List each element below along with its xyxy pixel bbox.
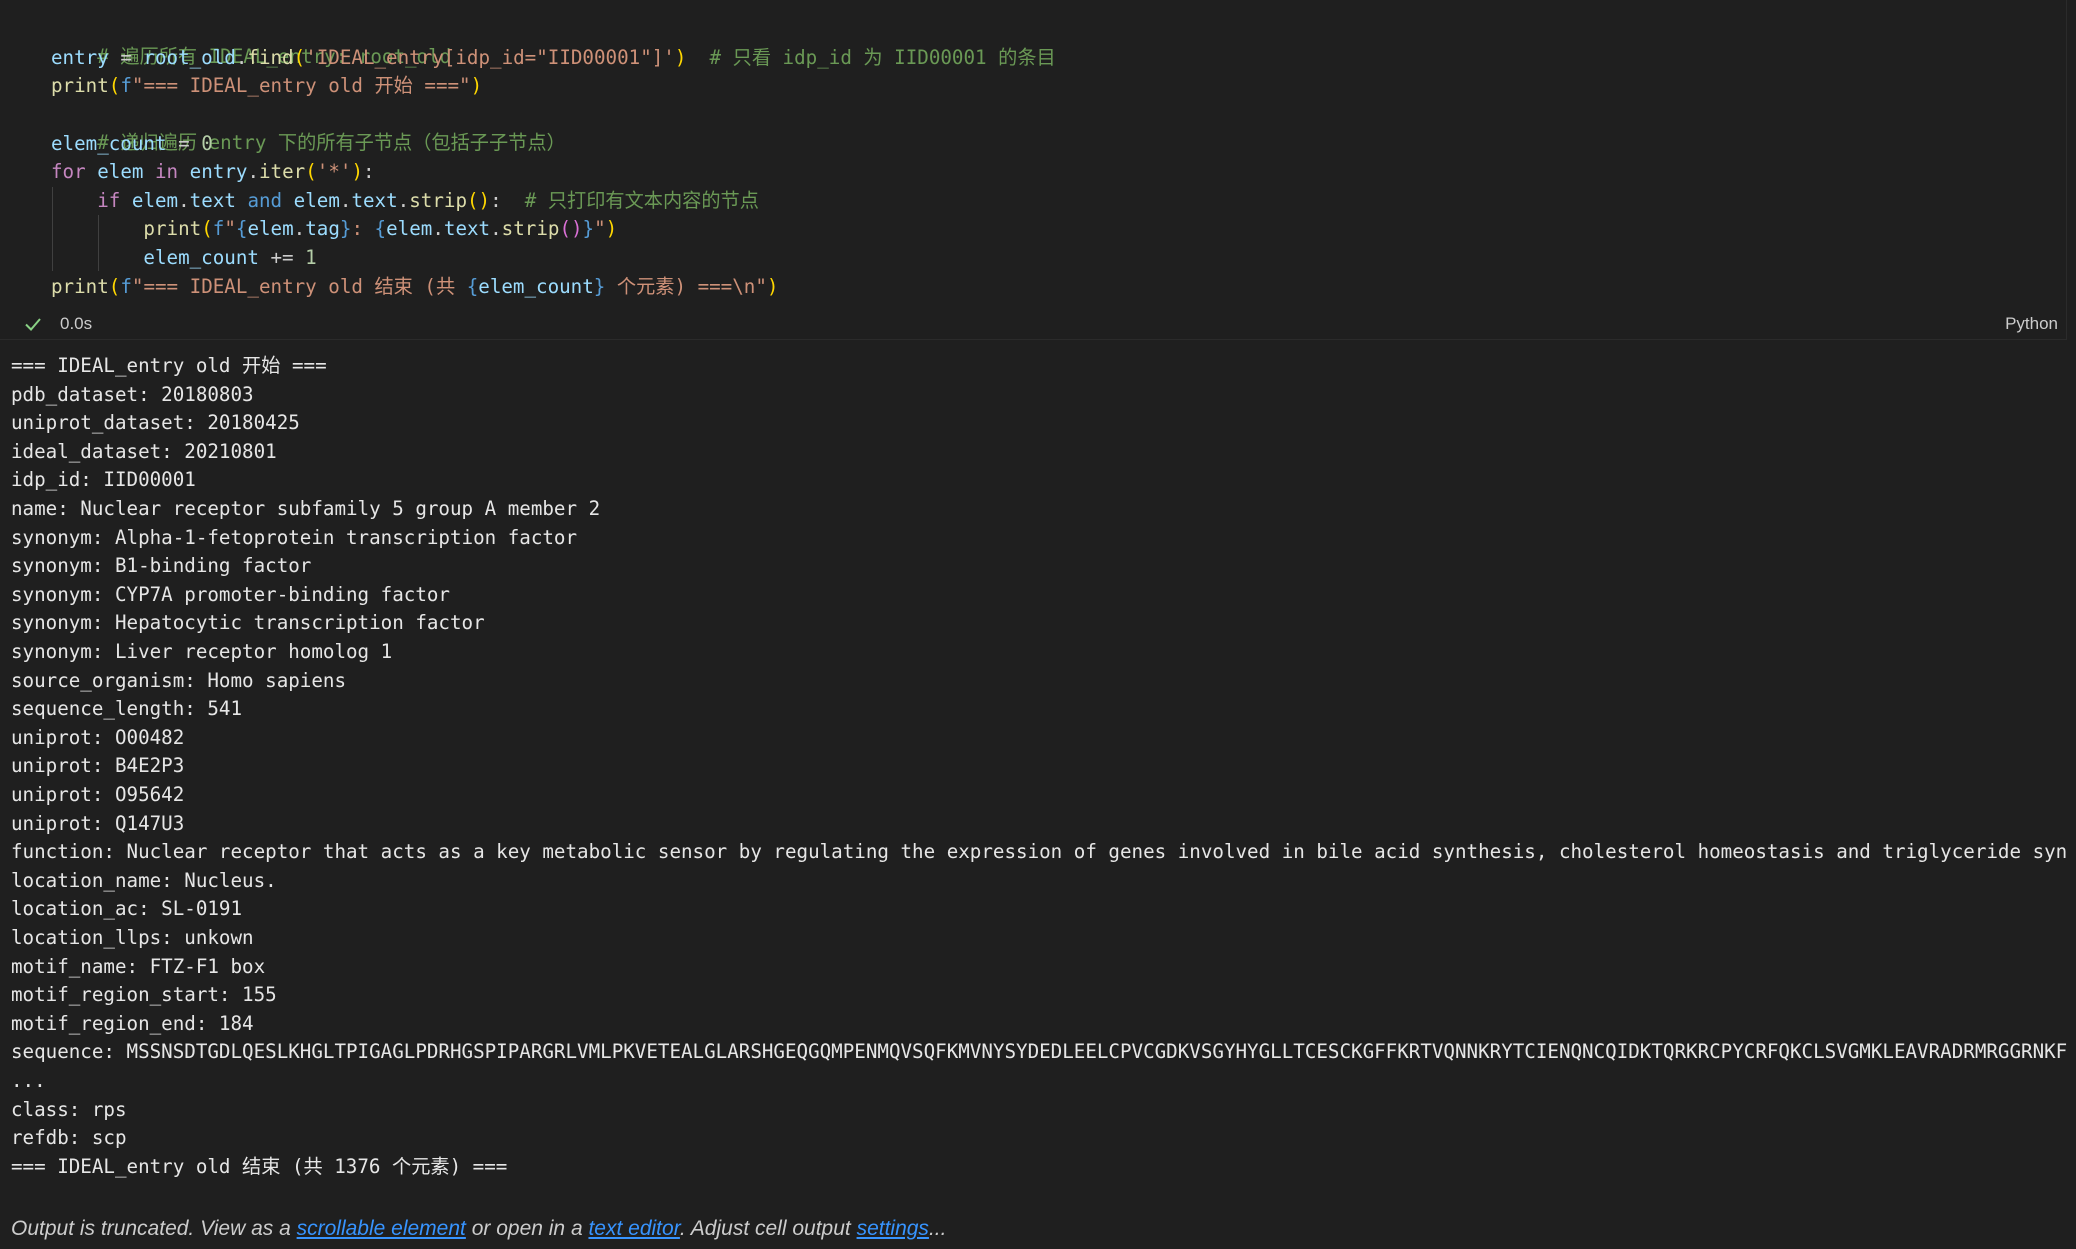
output-line: === IDEAL_entry old 开始 === (11, 354, 327, 377)
code-line-4[interactable]: # 递归遍历 entry 下的所有子节点（包括子子节点） (51, 101, 566, 154)
cell-output[interactable]: === IDEAL_entry old 开始 === pdb_dataset: 2… (0, 352, 2076, 1192)
output-line: uniprot: Q147U3 (11, 811, 185, 835)
output-line: === IDEAL_entry old 结束 (共 1376 个元素) === (11, 1154, 508, 1178)
output-line: ideal_dataset: 20210801 (11, 439, 277, 463)
scrollable-element-link[interactable]: scrollable element (297, 1217, 466, 1240)
output-line: source_organism: Homo sapiens (11, 668, 347, 692)
output-line: uniprot: B4E2P3 (11, 754, 185, 778)
cell-border (2066, 0, 2067, 340)
settings-link[interactable]: settings (857, 1217, 929, 1240)
output-line: motif_name: FTZ-F1 box (11, 954, 266, 978)
output-line: uniprot: O95642 (11, 783, 185, 806)
output-line: sequence: MSSNSDTGDLQESLKHGLTPIGAGLPDRHG… (11, 1040, 2068, 1064)
output-line: uniprot_dataset: 20180425 (11, 411, 300, 435)
code-line-10[interactable]: print(f"=== IDEAL_entry old 结束 (共 {elem_… (51, 273, 778, 301)
code-line-2[interactable]: entry = root_old.find('IDEAL_entry[idp_i… (51, 44, 1056, 72)
output-line: name: Nuclear receptor subfamily 5 group… (11, 497, 601, 520)
cell-status-bar: 0.0s Python (0, 308, 2066, 340)
output-line: class: rps (11, 1097, 127, 1121)
output-line: motif_region_end: 184 (11, 1011, 254, 1035)
output-line: ... (11, 1069, 46, 1092)
output-line: location_ac: SL-0191 (11, 897, 243, 921)
execution-time: 0.0s (60, 314, 93, 333)
output-line: uniprot: O00482 (11, 725, 185, 749)
check-icon (25, 318, 41, 331)
output-line: function: Nuclear receptor that acts as … (11, 840, 2068, 864)
output-line: motif_region_start: 155 (11, 983, 277, 1007)
output-line: synonym: Hepatocytic transcription facto… (11, 611, 485, 635)
code-line-1[interactable]: # 遍历所有 IDEAL_entry: root_old (51, 15, 451, 68)
code-line-9[interactable]: elem_count += 1 (51, 244, 316, 272)
text-editor-link[interactable]: text editor (588, 1217, 679, 1240)
output-line: synonym: CYP7A promoter-binding factor (11, 582, 450, 606)
output-line: idp_id: IID00001 (11, 468, 196, 492)
output-line: sequence_length: 541 (11, 697, 243, 721)
output-line: synonym: B1-binding factor (11, 554, 312, 578)
output-line: location_name: Nucleus. (11, 868, 277, 892)
output-line: synonym: Liver receptor homolog 1 (11, 640, 393, 663)
truncation-notice: Output is truncated. View as a scrollabl… (11, 1217, 947, 1240)
output-line: refdb: scp (11, 1126, 127, 1150)
code-line-7[interactable]: if elem.text and elem.text.strip(): # 只打… (51, 187, 759, 215)
code-line-6[interactable]: for elem in entry.iter('*'): (51, 158, 375, 186)
code-line-5[interactable]: elem_count = 0 (51, 130, 213, 158)
output-line: pdb_dataset: 20180803 (11, 382, 254, 406)
code-line-3[interactable]: print(f"=== IDEAL_entry old 开始 ===") (51, 72, 482, 100)
code-cell-editor[interactable]: # 遍历所有 IDEAL_entry: root_old entry = roo… (0, 0, 2066, 340)
output-line: synonym: Alpha-1-fetoprotein transcripti… (11, 525, 578, 549)
output-line: location_llps: unkown (11, 926, 254, 949)
kernel-language-button[interactable]: Python (2005, 312, 2058, 336)
cell-divider (0, 339, 2066, 340)
code-line-8[interactable]: print(f"{elem.tag}: {elem.text.strip()}"… (51, 215, 617, 243)
